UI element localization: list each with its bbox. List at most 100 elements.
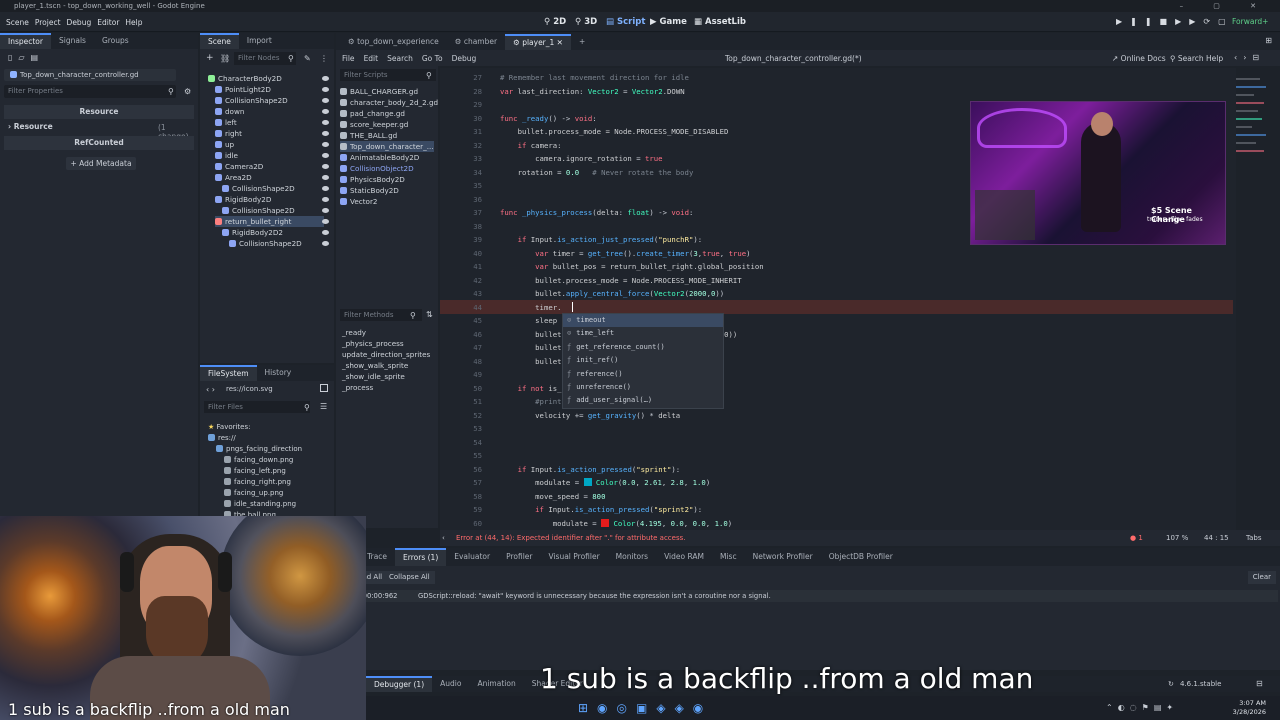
script-menu-file[interactable]: File [342, 54, 355, 63]
menu-project[interactable]: Project [35, 18, 61, 27]
visibility-eye-icon[interactable] [322, 175, 329, 180]
indent-mode[interactable]: Tabs [1246, 534, 1262, 542]
tab-import[interactable]: Import [239, 34, 280, 48]
script-menu-search[interactable]: Search [387, 54, 413, 63]
scene-node[interactable]: CharacterBody2D [208, 73, 282, 84]
tab-top-down-experience[interactable]: ⚙ top_down_experience [336, 35, 447, 49]
renderer-select[interactable]: Forward+ [1232, 17, 1268, 26]
scene-node[interactable]: Area2D [215, 172, 252, 183]
add-metadata-button[interactable]: + Add Metadata [66, 157, 136, 170]
autocomplete-item[interactable]: ⊙ timeout [563, 314, 723, 328]
add-tab-button[interactable]: + [571, 35, 593, 49]
resource-path-field[interactable]: Top_down_character_controller.gd [4, 69, 176, 81]
tab-menu-icon[interactable]: ⊞ [1265, 36, 1272, 45]
visibility-eye-icon[interactable] [322, 142, 329, 147]
visibility-eye-icon[interactable] [322, 153, 329, 158]
bottom-tab-debugger-1-[interactable]: Debugger (1) [366, 676, 433, 692]
visibility-eye-icon[interactable] [322, 186, 329, 191]
debugger-tab-monitors[interactable]: Monitors [608, 549, 656, 565]
script-menu-go-to[interactable]: Go To [422, 54, 443, 63]
play-controls[interactable]: ▶❚❚■▶▶⟳▢ [1116, 17, 1234, 26]
bottom-tab-animation[interactable]: Animation [469, 677, 523, 691]
script-list-item[interactable]: Vector2 [340, 196, 434, 207]
favorites-label[interactable]: ★ Favorites: [208, 422, 251, 433]
file-item[interactable]: pngs_facing_direction [216, 444, 302, 455]
tab-filesystem[interactable]: FileSystem [200, 365, 257, 381]
visibility-eye-icon[interactable] [322, 230, 329, 235]
tab-signals[interactable]: Signals [51, 34, 94, 48]
scene-node[interactable]: RigidBody2D2 [222, 227, 283, 238]
menu-debug[interactable]: Debug [67, 18, 92, 27]
menu-editor[interactable]: Editor [97, 18, 119, 27]
debugger-tab-errors-1-[interactable]: Errors (1) [395, 548, 447, 566]
debugger-tab-network-profiler[interactable]: Network Profiler [745, 549, 821, 565]
autocomplete-item[interactable]: ƒ unreference() [563, 381, 723, 394]
scene-node[interactable]: down [215, 106, 244, 117]
visibility-eye-icon[interactable] [322, 131, 329, 136]
error-message[interactable]: Error at (44, 14): Expected identifier a… [456, 534, 685, 542]
clear-button[interactable]: Clear [1247, 571, 1276, 584]
collapse-all-button[interactable]: Collapse All [384, 571, 435, 584]
current-path[interactable]: res://icon.svg [226, 385, 273, 393]
autocomplete-item[interactable]: ⊙ time_left [563, 327, 723, 340]
taskbar-app-icons[interactable]: ⊞◉◎▣◈◈◉ [578, 701, 712, 715]
autocomplete-popup[interactable]: ⊙ timeout ⊙ time_left ƒ get_reference_count()… [562, 313, 724, 409]
script-list-item[interactable]: THE_BALL.gd [340, 130, 434, 141]
visibility-eye-icon[interactable] [322, 208, 329, 213]
debugger-tab-evaluator[interactable]: Evaluator [446, 549, 498, 565]
filter-nodes-input[interactable]: Filter Nodes [234, 52, 296, 65]
filter-scripts-input[interactable]: Filter Scripts [340, 69, 436, 81]
script-list-item[interactable]: character_body_2d_2.gd [340, 97, 438, 108]
clock-date[interactable]: 3/28/2026 [1226, 708, 1266, 716]
edit-icon[interactable]: ✎ [304, 54, 311, 63]
window-controls[interactable]: – ▢ ✕ [1180, 0, 1270, 12]
debugger-tab-objectdb-profiler[interactable]: ObjectDB Profiler [821, 549, 901, 565]
script-list-item[interactable]: BALL_CHARGER.gd [340, 86, 434, 97]
workspace-game[interactable]: ▶ Game [650, 12, 687, 32]
add-node-button[interactable]: + [206, 53, 214, 63]
file-item[interactable]: facing_down.png [224, 455, 293, 466]
method-item[interactable]: _show_idle_sprite [342, 371, 405, 382]
autocomplete-item[interactable]: ƒ reference() [563, 368, 723, 381]
sort-methods-icon[interactable]: ⇅ [426, 310, 433, 319]
visibility-eye-icon[interactable] [322, 219, 329, 224]
zoom-level[interactable]: 107 % [1166, 534, 1188, 542]
minimap[interactable] [1236, 68, 1272, 368]
error-counter[interactable]: ● 1 [1130, 534, 1143, 542]
nav-arrows[interactable]: ‹ › [206, 385, 215, 394]
script-menu-edit[interactable]: Edit [364, 54, 379, 63]
file-item[interactable]: facing_right.png [224, 477, 291, 488]
online-docs-link[interactable]: ↗ Online Docs [1112, 54, 1166, 63]
debugger-tab-visual-profiler[interactable]: Visual Profiler [540, 549, 607, 565]
script-list-item[interactable]: pad_change.gd [340, 108, 434, 119]
scene-node[interactable]: Camera2D [215, 161, 263, 172]
method-item[interactable]: _ready [342, 327, 366, 338]
visibility-eye-icon[interactable] [322, 109, 329, 114]
resource-category[interactable]: › Resource [8, 122, 53, 131]
scene-node[interactable]: return_bullet_right [215, 216, 324, 227]
scene-node[interactable]: right [215, 128, 242, 139]
more-icon[interactable]: ⋮ [320, 54, 328, 63]
workspace-2d[interactable]: ⚲ 2D [544, 12, 566, 32]
visibility-eye-icon[interactable] [322, 164, 329, 169]
bottom-tab-audio[interactable]: Audio [432, 677, 469, 691]
script-menu-debug[interactable]: Debug [452, 54, 477, 63]
tab-player-1[interactable]: ⚙ player_1 ✕ [505, 33, 571, 50]
menu-scene[interactable]: Scene [6, 18, 29, 27]
tab-inspector[interactable]: Inspector [0, 33, 51, 49]
clock-time[interactable]: 3:07 AM [1226, 699, 1266, 707]
autocomplete-item[interactable]: ƒ get_reference_count() [563, 341, 723, 354]
scene-node[interactable]: CollisionShape2D [229, 238, 302, 249]
scene-node[interactable]: CollisionShape2D [215, 95, 288, 106]
visibility-eye-icon[interactable] [322, 120, 329, 125]
panel-layout-icon[interactable]: ⊟ [1256, 679, 1263, 688]
tab-chamber[interactable]: ⚙ chamber [447, 35, 505, 49]
workspace-script[interactable]: ▤ Script [606, 12, 645, 32]
visibility-eye-icon[interactable] [322, 241, 329, 246]
scene-node[interactable]: up [215, 139, 234, 150]
sort-icon[interactable]: ☰ [320, 402, 327, 411]
scene-node[interactable]: RigidBody2D [215, 194, 271, 205]
tray-icons[interactable]: ⌃◐◌⚑▤✦ [1106, 703, 1178, 712]
layout-toggle-icon[interactable] [320, 384, 328, 392]
scene-node[interactable]: PointLight2D [215, 84, 271, 95]
